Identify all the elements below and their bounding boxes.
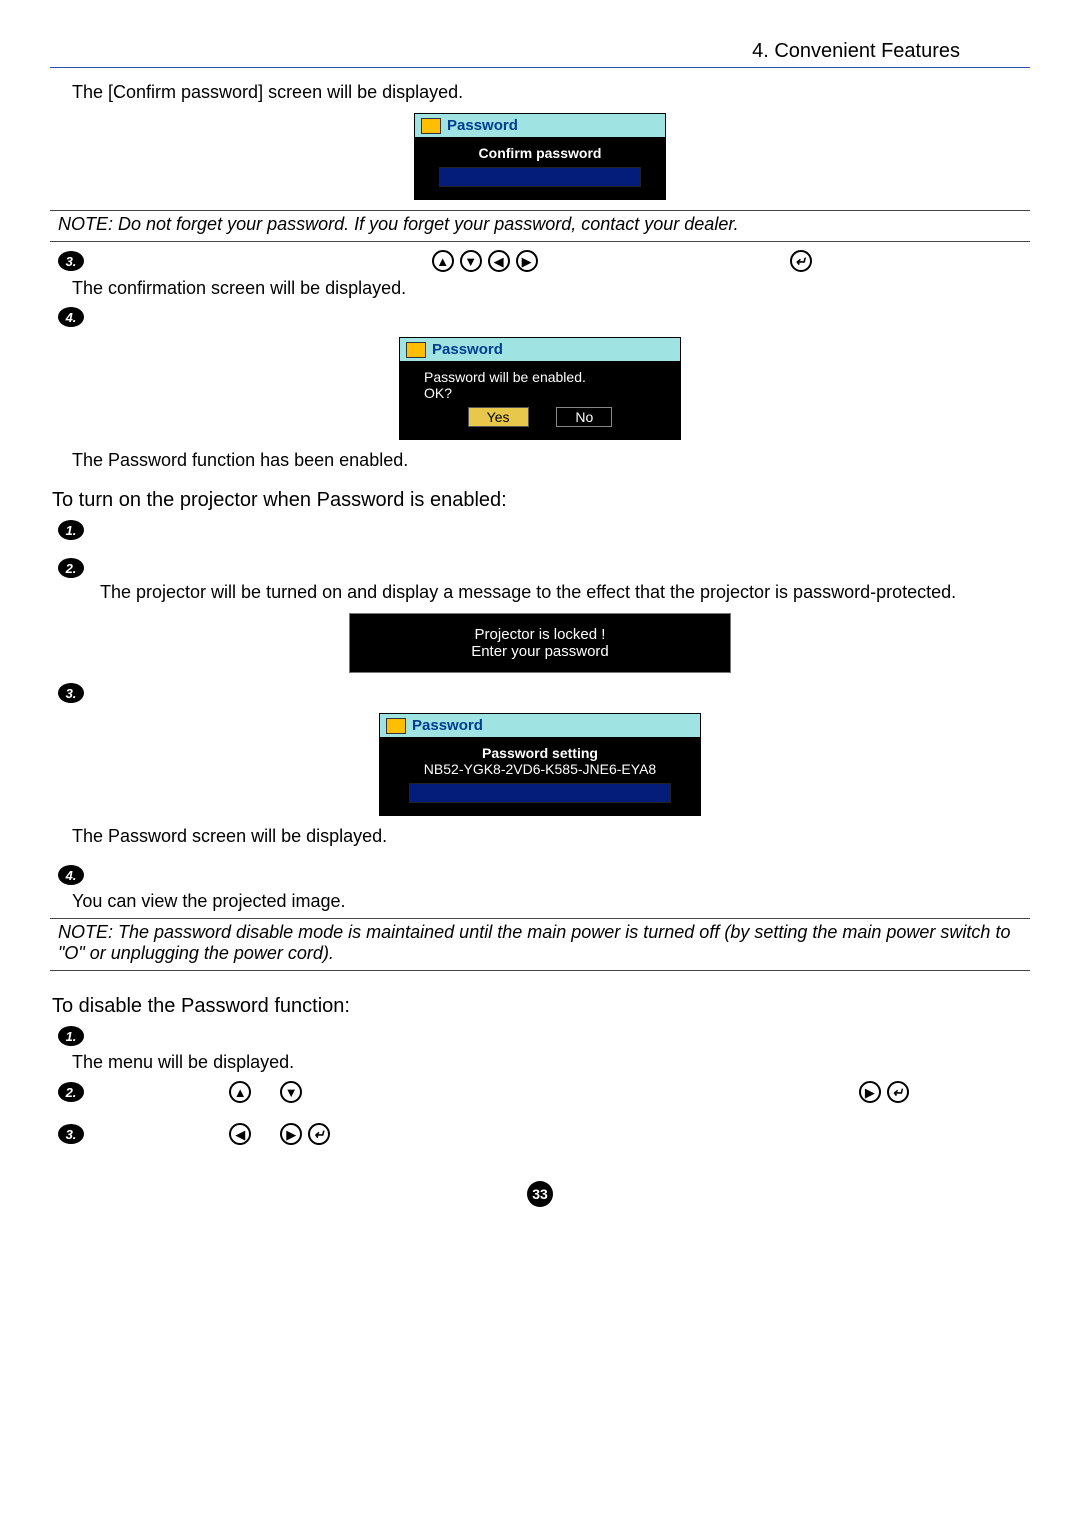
paragraph: The menu will be displayed. [72, 1052, 1030, 1073]
dialog-line: Password will be enabled. [410, 369, 670, 385]
note-text: NOTE: Do not forget your password. If yo… [58, 214, 1030, 235]
step-a2: 2. Press and hold the POWER (ON/STAND BY… [58, 558, 1030, 578]
yes-button: Yes [468, 407, 529, 427]
step-text: button. [818, 251, 876, 271]
enter-icon: ↵ [887, 1081, 909, 1103]
dialog-icon [386, 718, 406, 734]
arrow-right-icon: ▶ [516, 250, 538, 272]
step-text: Enter your password in the Password scre… [90, 865, 694, 885]
step-number: 3. [58, 251, 84, 271]
step-number: 3. [58, 1124, 84, 1144]
paragraph: The [Confirm password] screen will be di… [72, 82, 1030, 103]
paragraph: You can view the projected image. [72, 891, 1030, 912]
step-b2: 2. Use the SELECT ▲ or ▼ button to selec… [58, 1081, 1030, 1103]
dialog-icon [421, 118, 441, 134]
dialog-line: Projector is locked ! [370, 626, 710, 643]
paragraph: The projector will be turned on and disp… [100, 582, 1030, 603]
arrow-right-icon: ▶ [859, 1081, 881, 1103]
arrow-left-icon: ◀ [488, 250, 510, 272]
section-header: 4. Convenient Features [50, 40, 1030, 63]
step-a3: 3. Press the MENU button. [58, 683, 1030, 703]
divider [50, 918, 1030, 919]
password-setting-dialog: Password Password setting NB52-YGK8-2VD6… [50, 713, 1030, 816]
arrow-down-icon: ▼ [280, 1081, 302, 1103]
enter-icon: ↵ [790, 250, 812, 272]
step-text: button to select "Projector Options" and… [334, 1082, 853, 1102]
paragraph: The confirmation screen will be displaye… [72, 278, 1030, 299]
subsection-heading: To disable the Password function: [52, 995, 1030, 1018]
step-number: 3. [58, 683, 84, 703]
paragraph: The Password function has been enabled. [72, 450, 1030, 471]
dialog-line: OK? [410, 385, 670, 401]
step-number: 4. [58, 865, 84, 885]
divider [50, 67, 1030, 68]
arrow-left-icon: ◀ [229, 1123, 251, 1145]
page-number: 33 [50, 1181, 1030, 1207]
page-number-value: 33 [532, 1186, 548, 1202]
step-number: 2. [58, 1082, 84, 1102]
divider [50, 241, 1030, 242]
note-text: NOTE: The password disable mode is maint… [58, 922, 1030, 964]
step-text: Press the MENU button. [90, 683, 284, 703]
step-number: 1. [58, 520, 84, 540]
dialog-subtitle: Confirm password [425, 145, 655, 161]
subsection-heading: To turn on the projector when Password i… [52, 489, 1030, 512]
password-input-field [409, 783, 671, 803]
step-number: 1. [58, 1026, 84, 1046]
step-text: Select "Yes" and press the ENTER button. [90, 307, 430, 327]
arrow-down-icon: ▼ [460, 250, 482, 272]
step-text: button. [915, 1082, 973, 1102]
step-a1: 1. Press the Main Power switch to the On… [58, 520, 1030, 540]
step-text: Type in the same combination of SELECT [90, 251, 426, 271]
dialog-title: Password [432, 341, 503, 358]
arrow-right-icon: ▶ [280, 1123, 302, 1145]
step-4: 4. Select "Yes" and press the ENTER butt… [58, 307, 1030, 327]
step-b3: 3. Use the SELECT ◀ or ▶ ↵ button to sel… [58, 1123, 1030, 1145]
arrow-up-icon: ▲ [432, 250, 454, 272]
password-enabled-dialog: Password Password will be enabled. OK? Y… [50, 337, 1030, 440]
step-text: Use the SELECT [90, 1124, 223, 1144]
enter-icon: ↵ [308, 1123, 330, 1145]
step-text: or [257, 1082, 274, 1102]
step-a4: 4. Enter your password in the Password s… [58, 865, 1030, 885]
paragraph: The Password screen will be displayed. [72, 826, 1030, 847]
projector-locked-dialog: Projector is locked ! Enter your passwor… [50, 613, 1030, 673]
divider [50, 970, 1030, 971]
dialog-code: NB52-YGK8-2VD6-K585-JNE6-EYA8 [390, 761, 690, 777]
dialog-line: Enter your password [370, 643, 710, 660]
dialog-title: Password [412, 717, 483, 734]
step-b1: 1. Press the MENU button. [58, 1026, 1030, 1046]
arrow-up-icon: ▲ [229, 1081, 251, 1103]
dialog-line: Password setting [390, 745, 690, 761]
confirm-password-dialog: Password Confirm password [50, 113, 1030, 200]
step-text: button to select "Security" and then pre… [336, 1124, 831, 1144]
dialog-icon [406, 342, 426, 358]
step-text: Press the Main Power switch to the On po… [90, 520, 499, 540]
step-text: Press and hold the POWER (ON/STAND BY) b… [90, 558, 736, 578]
dialog-title: Password [447, 117, 518, 134]
step-text: Use the SELECT [90, 1082, 223, 1102]
step-3: 3. Type in the same combination of SELEC… [58, 250, 1030, 272]
step-number: 4. [58, 307, 84, 327]
step-text: buttons and press the ENTER [544, 251, 784, 271]
password-input-field [439, 167, 641, 187]
step-number: 2. [58, 558, 84, 578]
step-text: or [257, 1124, 274, 1144]
no-button: No [556, 407, 612, 427]
step-text: Press the MENU button. [90, 1026, 284, 1046]
divider [50, 210, 1030, 211]
